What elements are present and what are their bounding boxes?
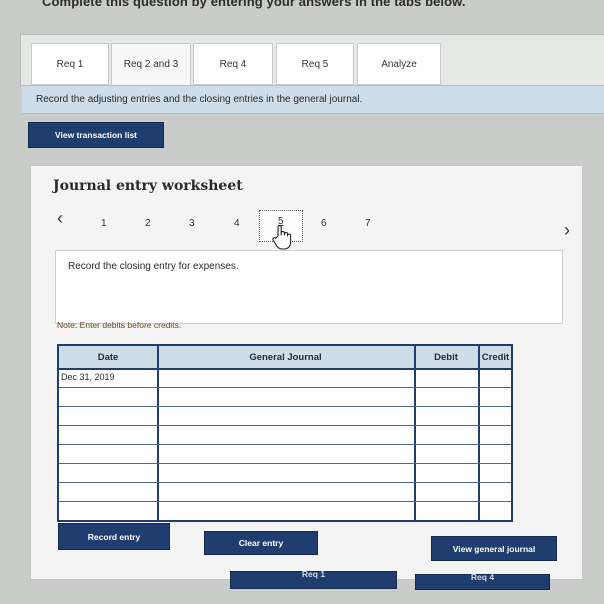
prev-requirement-button[interactable]: Req 1 (230, 569, 397, 589)
tab-req-1[interactable]: Req 1 (31, 43, 109, 85)
entry-description-box: Record the closing entry for expenses. (55, 250, 563, 324)
tab-req-2-and-3[interactable]: Req 2 and 3 (111, 43, 191, 85)
journal-entry-worksheet: Journal entry worksheet ‹ › 1 2 3 4 5 6 … (30, 165, 583, 580)
tab-req-4[interactable]: Req 4 (193, 43, 273, 85)
record-entry-button[interactable]: Record entry (58, 523, 170, 550)
prev-page-icon[interactable]: ‹ (57, 209, 63, 227)
page-6[interactable]: 6 (321, 218, 327, 229)
view-general-journal-button[interactable]: View general journal (431, 536, 557, 561)
header-debit: Debit (434, 351, 458, 363)
tab-req-5[interactable]: Req 5 (276, 43, 354, 85)
page-7[interactable]: 7 (365, 218, 371, 229)
header-date: Date (97, 351, 119, 363)
header-credit: Credit (481, 351, 510, 363)
header-general-journal: General Journal (249, 351, 322, 363)
prev-requirement-label: Req 1 (301, 569, 326, 579)
debit-credit-note: Note: Enter debits before credits. (57, 320, 182, 330)
credit-input[interactable] (480, 369, 513, 386)
requirement-tabs: Req 1 Req 2 and 3 Req 4 Req 5 Analyze (20, 34, 604, 86)
requirement-instruction: Record the adjusting entries and the clo… (22, 86, 604, 114)
debit-input[interactable] (416, 369, 477, 386)
question-header: Complete this question by entering your … (42, 0, 466, 9)
entry-description: Record the closing entry for expenses. (68, 261, 239, 272)
page-1[interactable]: 1 (101, 218, 107, 229)
account-input[interactable] (159, 369, 413, 386)
next-requirement-label: Req 4 (470, 572, 495, 582)
date-cell[interactable]: Dec 31, 2019 (61, 372, 115, 382)
view-transaction-list-button[interactable]: View transaction list (28, 122, 164, 148)
page-4[interactable]: 4 (234, 218, 240, 229)
next-page-icon[interactable]: › (564, 221, 570, 239)
journal-table-header: Date General Journal Debit Credit (59, 346, 511, 370)
hand-cursor-icon (272, 224, 292, 250)
page-2[interactable]: 2 (145, 218, 151, 229)
clear-entry-button[interactable]: Clear entry (204, 531, 318, 555)
journal-table: Date General Journal Debit Credit Dec 31… (57, 344, 513, 522)
tab-analyze[interactable]: Analyze (357, 43, 441, 85)
worksheet-title: Journal entry worksheet (53, 178, 243, 194)
page-3[interactable]: 3 (189, 218, 195, 229)
next-requirement-button[interactable]: Req 4 (415, 572, 550, 590)
